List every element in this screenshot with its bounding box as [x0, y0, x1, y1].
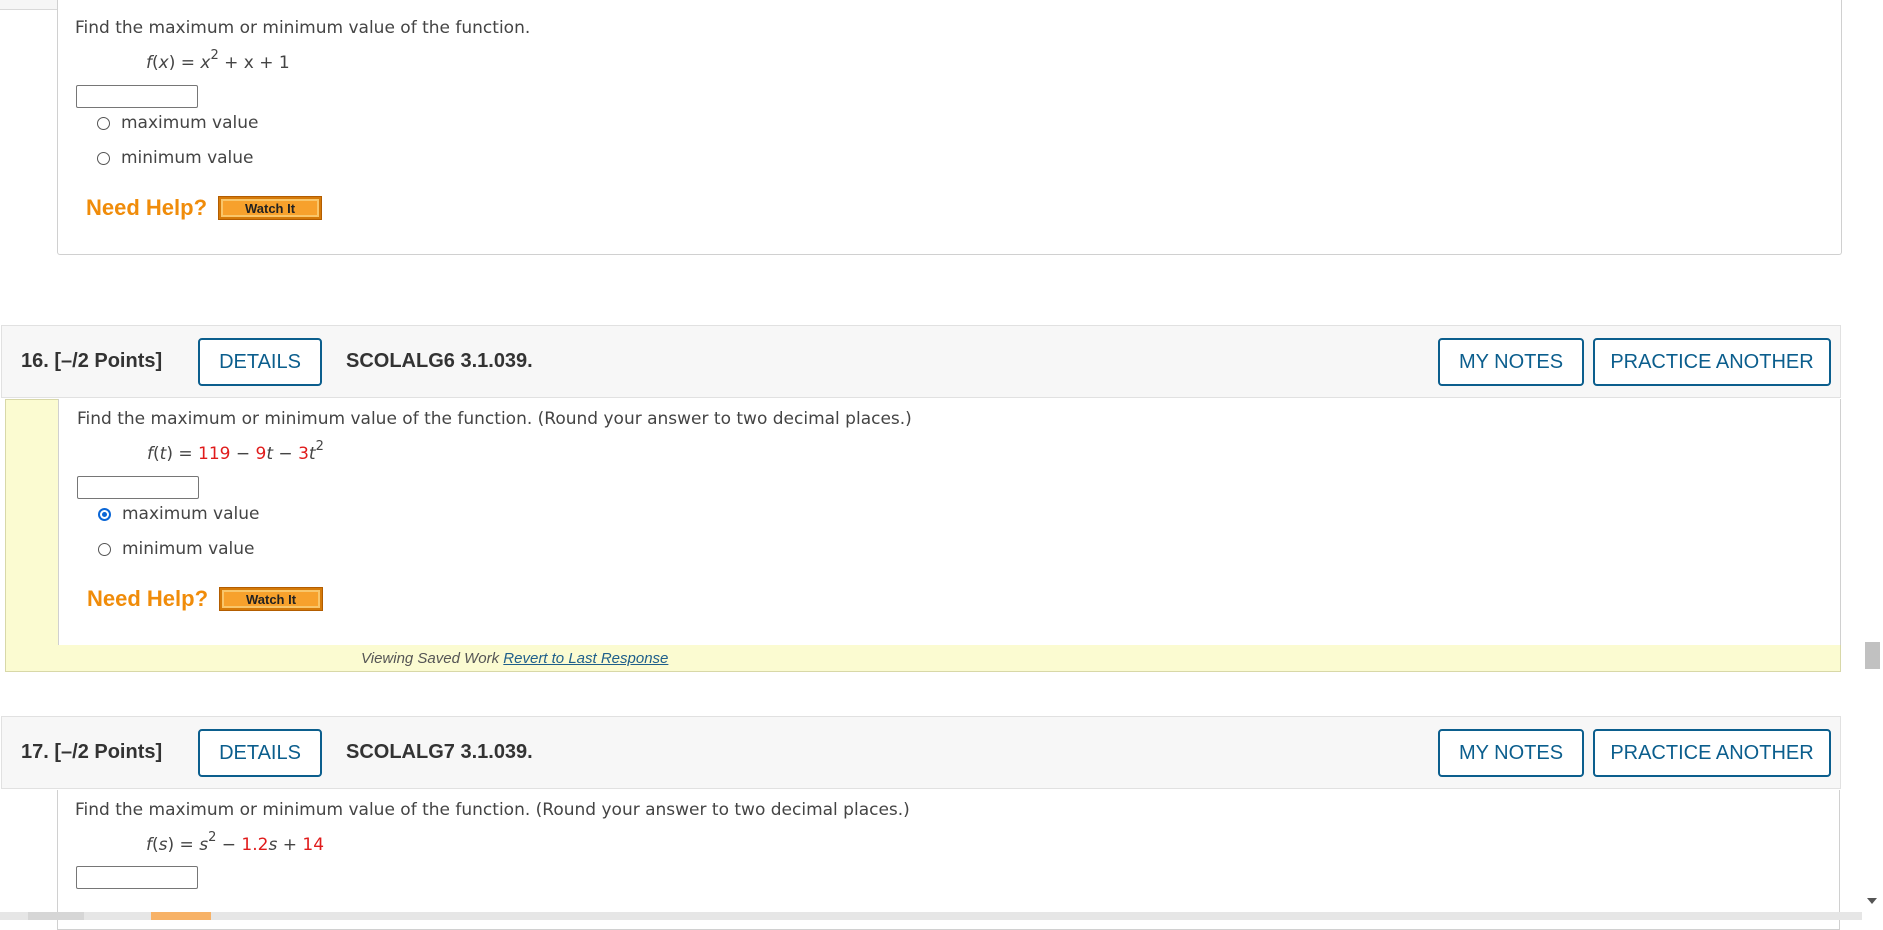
question-17-prompt: Find the maximum or minimum value of the… — [75, 800, 910, 820]
option-label: maximum value — [121, 113, 259, 133]
vertical-scrollbar[interactable] — [1862, 0, 1883, 912]
vertical-scrollbar-thumb[interactable] — [1865, 642, 1880, 669]
option-label: maximum value — [122, 504, 260, 524]
question-16-answer-input[interactable] — [77, 476, 199, 499]
revert-to-last-response-link[interactable]: Revert to Last Response — [503, 650, 668, 667]
question-16-header: 16. [–/2 Points] DETAILS SCOLALG6 3.1.03… — [1, 325, 1841, 398]
need-help-label: Need Help? — [87, 586, 209, 611]
question-17-number: 17. [–/2 Points] — [21, 741, 163, 763]
question-15-prompt: Find the maximum or minimum value of the… — [75, 18, 531, 38]
question-15-body — [57, 0, 1842, 255]
question-17-details-button[interactable]: DETAILS — [198, 729, 322, 777]
question-16-need-help: Need Help? Watch It — [87, 586, 324, 612]
scroll-down-arrow-icon[interactable] — [1867, 898, 1877, 904]
question-16-function: f(t) = 119 − 9t − 3t2 — [147, 439, 324, 464]
question-16-number: 16. [–/2 Points] — [21, 350, 163, 372]
assignment-content: Find the maximum or minimum value of the… — [0, 0, 1860, 930]
question-17-my-notes-button[interactable]: MY NOTES — [1438, 729, 1584, 777]
question-16-practice-another-button[interactable]: PRACTICE ANOTHER — [1593, 338, 1831, 386]
question-17-practice-another-button[interactable]: PRACTICE ANOTHER — [1593, 729, 1831, 777]
question-15-answer-input[interactable] — [76, 85, 198, 108]
saved-work-notice: Viewing Saved Work Revert to Last Respon… — [361, 650, 668, 667]
option-label: minimum value — [122, 539, 255, 559]
question-16-body — [58, 399, 1841, 645]
radio-button[interactable] — [98, 542, 111, 556]
radio-button[interactable] — [97, 151, 110, 165]
question-15-option-maximum[interactable]: maximum value — [97, 113, 259, 133]
saved-work-text: Viewing Saved Work — [361, 650, 504, 667]
question-16-option-maximum[interactable]: maximum value — [98, 504, 260, 524]
question-16-prompt: Find the maximum or minimum value of the… — [77, 409, 912, 429]
question-15-function: f(x) = x2 + x + 1 — [146, 48, 290, 73]
question-16-details-button[interactable]: DETAILS — [198, 338, 322, 386]
watch-it-button[interactable]: Watch It — [218, 196, 323, 220]
question-15-option-minimum[interactable]: minimum value — [97, 148, 254, 168]
question-16-my-notes-button[interactable]: MY NOTES — [1438, 338, 1584, 386]
option-label: minimum value — [121, 148, 254, 168]
radio-button[interactable] — [97, 116, 110, 130]
horizontal-scrollbar-track-segment — [28, 912, 84, 920]
question-17-code: SCOLALG7 3.1.039. — [346, 741, 533, 763]
question-17-answer-input[interactable] — [76, 866, 198, 889]
question-15-need-help: Need Help? Watch It — [86, 195, 323, 221]
horizontal-scrollbar-thumb[interactable] — [151, 912, 211, 920]
question-17-header: 17. [–/2 Points] DETAILS SCOLALG7 3.1.03… — [1, 716, 1841, 789]
question-16-code: SCOLALG6 3.1.039. — [346, 350, 533, 372]
watch-it-button[interactable]: Watch It — [219, 587, 324, 611]
need-help-label: Need Help? — [86, 195, 208, 220]
horizontal-scrollbar[interactable] — [0, 912, 1862, 920]
question-17-function: f(s) = s2 − 1.2s + 14 — [146, 830, 325, 855]
radio-button-selected[interactable] — [98, 507, 111, 521]
question-16-option-minimum[interactable]: minimum value — [98, 539, 255, 559]
